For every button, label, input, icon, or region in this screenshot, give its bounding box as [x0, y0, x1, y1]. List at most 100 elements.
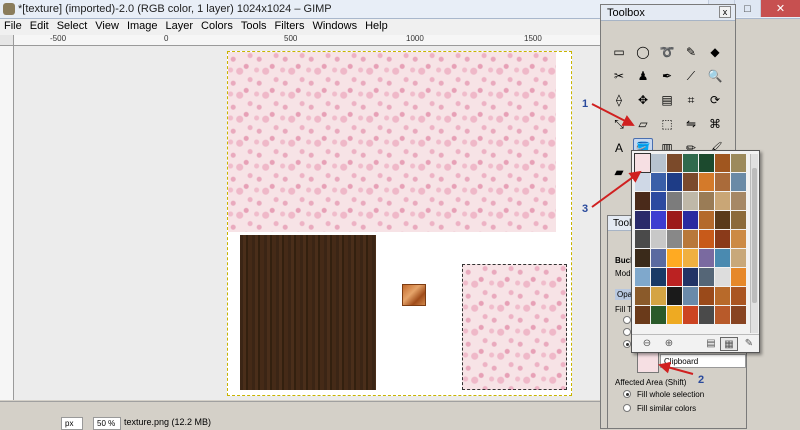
- text-icon[interactable]: A: [609, 138, 629, 158]
- pattern-swatch[interactable]: [731, 192, 746, 210]
- close-button[interactable]: ✕: [760, 0, 800, 17]
- pattern-swatch[interactable]: [651, 287, 666, 305]
- pattern-swatch[interactable]: [651, 192, 666, 210]
- pattern-swatch[interactable]: [699, 173, 714, 191]
- pattern-swatch[interactable]: [683, 306, 698, 324]
- pattern-swatch[interactable]: [731, 268, 746, 286]
- lasso-icon[interactable]: ➰: [657, 42, 677, 62]
- pattern-swatch[interactable]: [635, 287, 650, 305]
- pattern-swatch[interactable]: [667, 154, 682, 172]
- list-view-icon[interactable]: ▤: [702, 337, 720, 351]
- menu-colors[interactable]: Colors: [197, 19, 237, 35]
- pattern-swatch[interactable]: [715, 268, 730, 286]
- pattern-scrollbar[interactable]: [750, 154, 758, 333]
- pattern-swatch[interactable]: [715, 249, 730, 267]
- pattern-swatch[interactable]: [731, 287, 746, 305]
- eraser-icon[interactable]: ▰: [609, 162, 629, 182]
- pattern-swatch[interactable]: [683, 268, 698, 286]
- pattern-swatch[interactable]: [715, 287, 730, 305]
- pattern-swatch[interactable]: [667, 230, 682, 248]
- fill-fg-radio[interactable]: [623, 316, 631, 324]
- rotate-icon[interactable]: ⟳: [705, 90, 725, 110]
- pattern-swatch[interactable]: [651, 249, 666, 267]
- maximize-button[interactable]: □: [734, 0, 760, 17]
- fill-bg-radio[interactable]: [623, 328, 631, 336]
- pattern-swatch[interactable]: [731, 306, 746, 324]
- pattern-swatch[interactable]: [635, 230, 650, 248]
- grid-view-icon[interactable]: ▦: [720, 337, 738, 351]
- menu-edit[interactable]: Edit: [26, 19, 53, 35]
- pattern-swatch[interactable]: [731, 154, 746, 172]
- menu-filters[interactable]: Filters: [271, 19, 309, 35]
- zoom-icon[interactable]: 🔍: [705, 66, 725, 86]
- menu-tools[interactable]: Tools: [237, 19, 271, 35]
- pattern-swatch[interactable]: [634, 153, 651, 173]
- ruler-corner[interactable]: [0, 35, 14, 46]
- pattern-swatch[interactable]: [667, 306, 682, 324]
- pattern-swatch[interactable]: [699, 306, 714, 324]
- pattern-swatch[interactable]: [683, 211, 698, 229]
- ellipse-select-icon[interactable]: ◯: [633, 42, 653, 62]
- cage-icon[interactable]: ⌘: [705, 114, 725, 134]
- pattern-swatch[interactable]: [635, 192, 650, 210]
- pattern-swatch[interactable]: [683, 154, 698, 172]
- pattern-swatch[interactable]: [635, 306, 650, 324]
- pattern-swatch[interactable]: [667, 249, 682, 267]
- image-area[interactable]: [227, 51, 572, 396]
- pattern-swatch[interactable]: [699, 268, 714, 286]
- scale-icon[interactable]: ⤡: [609, 114, 629, 134]
- pattern-swatch[interactable]: [699, 230, 714, 248]
- pattern-swatch[interactable]: [667, 173, 682, 191]
- pattern-swatch[interactable]: [635, 268, 650, 286]
- color-select-icon[interactable]: ◆: [705, 42, 725, 62]
- pattern-swatch[interactable]: [699, 192, 714, 210]
- fill-pattern-radio[interactable]: [623, 340, 631, 348]
- paths-icon[interactable]: ✒: [657, 66, 677, 86]
- pattern-swatch[interactable]: [699, 249, 714, 267]
- pattern-swatch[interactable]: [715, 173, 730, 191]
- pattern-swatch[interactable]: [683, 287, 698, 305]
- pattern-swatch[interactable]: [667, 268, 682, 286]
- perspective-icon[interactable]: ⬚: [657, 114, 677, 134]
- align-icon[interactable]: ▤: [657, 90, 677, 110]
- pattern-swatch[interactable]: [699, 287, 714, 305]
- pattern-swatch[interactable]: [699, 154, 714, 172]
- crop-icon[interactable]: ⌗: [681, 90, 701, 110]
- pattern-swatch[interactable]: [651, 211, 666, 229]
- pattern-swatch[interactable]: [731, 249, 746, 267]
- menu-layer[interactable]: Layer: [162, 19, 198, 35]
- pattern-swatch[interactable]: [731, 230, 746, 248]
- pattern-preview-button[interactable]: [637, 351, 659, 373]
- pattern-swatch[interactable]: [715, 192, 730, 210]
- pattern-swatch[interactable]: [699, 211, 714, 229]
- pattern-swatch[interactable]: [635, 249, 650, 267]
- menu-select[interactable]: Select: [53, 19, 92, 35]
- fuzzy-select-icon[interactable]: ✎: [681, 42, 701, 62]
- pattern-swatch[interactable]: [651, 230, 666, 248]
- pattern-swatch[interactable]: [683, 230, 698, 248]
- scroll-thumb[interactable]: [752, 168, 757, 303]
- zoom-in-icon[interactable]: ⊕: [660, 337, 678, 351]
- fill-whole-label[interactable]: Fill whole selection: [637, 390, 704, 399]
- toolbox-close-button[interactable]: x: [719, 6, 731, 18]
- menu-file[interactable]: File: [0, 19, 26, 35]
- pattern-swatch[interactable]: [715, 211, 730, 229]
- pattern-swatch[interactable]: [667, 192, 682, 210]
- pattern-swatch[interactable]: [683, 249, 698, 267]
- menu-help[interactable]: Help: [361, 19, 392, 35]
- menu-image[interactable]: Image: [123, 19, 162, 35]
- fill-similar-label[interactable]: Fill similar colors: [637, 404, 696, 413]
- menu-view[interactable]: View: [91, 19, 123, 35]
- foreground-select-icon[interactable]: ♟: [633, 66, 653, 86]
- scissors-icon[interactable]: ✂: [609, 66, 629, 86]
- pattern-swatch[interactable]: [731, 173, 746, 191]
- unit-select[interactable]: px: [61, 417, 83, 430]
- measure-icon[interactable]: ⟠: [609, 90, 629, 110]
- pattern-swatch[interactable]: [651, 173, 666, 191]
- flip-icon[interactable]: ⇋: [681, 114, 701, 134]
- pattern-swatch[interactable]: [715, 306, 730, 324]
- pattern-swatch[interactable]: [683, 192, 698, 210]
- pattern-swatch[interactable]: [651, 306, 666, 324]
- move-icon[interactable]: ✥: [633, 90, 653, 110]
- horizontal-ruler[interactable]: -500 0 500 1000 1500: [14, 35, 602, 46]
